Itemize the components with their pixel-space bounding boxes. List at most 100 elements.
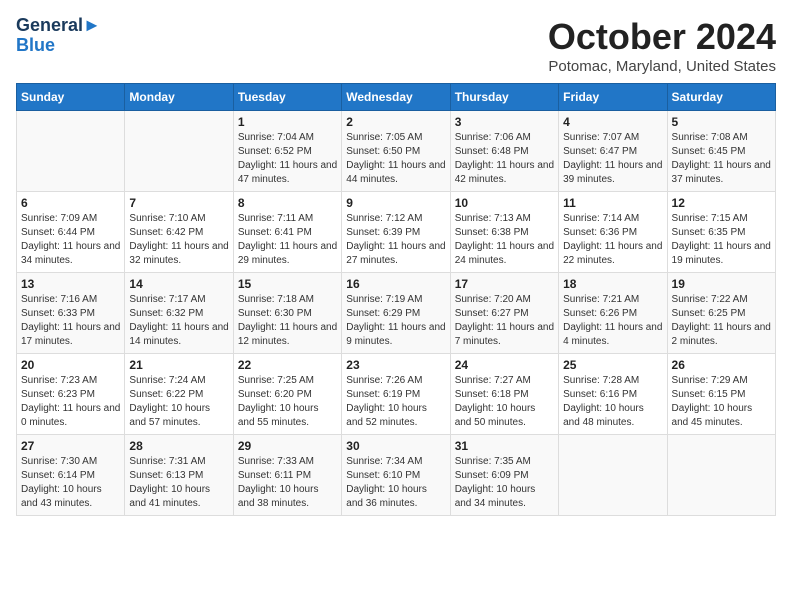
calendar-cell: 6 Sunrise: 7:09 AMSunset: 6:44 PMDaylight…	[17, 192, 125, 273]
cell-info: Sunrise: 7:20 AMSunset: 6:27 PMDaylight:…	[455, 293, 554, 349]
day-number: 20	[21, 358, 120, 372]
header-sunday: Sunday	[17, 84, 125, 111]
cell-info: Sunrise: 7:27 AMSunset: 6:18 PMDaylight:…	[455, 374, 554, 430]
calendar-cell: 3 Sunrise: 7:06 AMSunset: 6:48 PMDaylight…	[450, 111, 558, 192]
day-number: 14	[129, 277, 228, 291]
header-thursday: Thursday	[450, 84, 558, 111]
calendar-week-3: 13Sunrise: 7:16 AMSunset: 6:33 PMDayligh…	[17, 273, 776, 354]
cell-info: Sunrise: 7:25 AMSunset: 6:20 PMDaylight:…	[238, 374, 337, 430]
calendar-cell: 8Sunrise: 7:11 AMSunset: 6:41 PMDaylight…	[233, 192, 341, 273]
header-monday: Monday	[125, 84, 233, 111]
calendar-cell: 15 Sunrise: 7:18 AMSunset: 6:30 PMDayligh…	[233, 273, 341, 354]
calendar-cell: 14 Sunrise: 7:17 AMSunset: 6:32 PMDayligh…	[125, 273, 233, 354]
day-number: 27	[21, 439, 120, 453]
day-number: 3	[455, 115, 554, 129]
calendar-cell: 7Sunrise: 7:10 AMSunset: 6:42 PMDaylight…	[125, 192, 233, 273]
cell-info: Sunrise: 7:15 AMSunset: 6:35 PMDaylight:…	[672, 212, 771, 268]
cell-info: Sunrise: 7:06 AMSunset: 6:48 PMDaylight:…	[455, 131, 554, 187]
calendar-week-4: 20Sunrise: 7:23 AMSunset: 6:23 PMDayligh…	[17, 354, 776, 435]
cell-info: Sunrise: 7:34 AMSunset: 6:10 PMDaylight:…	[346, 455, 445, 511]
cell-info: Sunrise: 7:10 AMSunset: 6:42 PMDaylight:…	[129, 212, 228, 268]
day-number: 1	[238, 115, 337, 129]
cell-info: Sunrise: 7:14 AMSunset: 6:36 PMDaylight:…	[563, 212, 662, 268]
calendar-cell: 10 Sunrise: 7:13 AMSunset: 6:38 PMDayligh…	[450, 192, 558, 273]
cell-info: Sunrise: 7:30 AMSunset: 6:14 PMDaylight:…	[21, 455, 120, 511]
cell-info: Sunrise: 7:26 AMSunset: 6:19 PMDaylight:…	[346, 374, 445, 430]
calendar-cell: 18 Sunrise: 7:21 AMSunset: 6:26 PMDayligh…	[559, 273, 667, 354]
cell-info: Sunrise: 7:17 AMSunset: 6:32 PMDaylight:…	[129, 293, 228, 349]
calendar-cell: 31 Sunrise: 7:35 AMSunset: 6:09 PMDayligh…	[450, 435, 558, 516]
day-number: 9	[346, 196, 445, 210]
day-number: 17	[455, 277, 554, 291]
calendar-table: SundayMondayTuesdayWednesdayThursdayFrid…	[16, 83, 776, 516]
cell-info: Sunrise: 7:08 AMSunset: 6:45 PMDaylight:…	[672, 131, 771, 187]
day-number: 28	[129, 439, 228, 453]
calendar-cell: 29 Sunrise: 7:33 AMSunset: 6:11 PMDayligh…	[233, 435, 341, 516]
day-number: 29	[238, 439, 337, 453]
day-number: 15	[238, 277, 337, 291]
cell-info: Sunrise: 7:07 AMSunset: 6:47 PMDaylight:…	[563, 131, 662, 187]
cell-info: Sunrise: 7:21 AMSunset: 6:26 PMDaylight:…	[563, 293, 662, 349]
cell-info: Sunrise: 7:22 AMSunset: 6:25 PMDaylight:…	[672, 293, 771, 349]
calendar-week-1: 1 Sunrise: 7:04 AMSunset: 6:52 PMDaylight…	[17, 111, 776, 192]
cell-info: Sunrise: 7:28 AMSunset: 6:16 PMDaylight:…	[563, 374, 662, 430]
calendar-cell: 27 Sunrise: 7:30 AMSunset: 6:14 PMDayligh…	[17, 435, 125, 516]
calendar-cell: 9Sunrise: 7:12 AMSunset: 6:39 PMDaylight…	[342, 192, 450, 273]
calendar-cell: 22Sunrise: 7:25 AMSunset: 6:20 PMDayligh…	[233, 354, 341, 435]
cell-info: Sunrise: 7:13 AMSunset: 6:38 PMDaylight:…	[455, 212, 554, 268]
day-number: 23	[346, 358, 445, 372]
calendar-cell: 30 Sunrise: 7:34 AMSunset: 6:10 PMDayligh…	[342, 435, 450, 516]
day-number: 26	[672, 358, 771, 372]
day-number: 6	[21, 196, 120, 210]
calendar-cell	[125, 111, 233, 192]
calendar-week-5: 27 Sunrise: 7:30 AMSunset: 6:14 PMDayligh…	[17, 435, 776, 516]
calendar-cell: 16Sunrise: 7:19 AMSunset: 6:29 PMDayligh…	[342, 273, 450, 354]
day-number: 24	[455, 358, 554, 372]
day-number: 4	[563, 115, 662, 129]
cell-info: Sunrise: 7:24 AMSunset: 6:22 PMDaylight:…	[129, 374, 228, 430]
calendar-header-row: SundayMondayTuesdayWednesdayThursdayFrid…	[17, 84, 776, 111]
cell-info: Sunrise: 7:29 AMSunset: 6:15 PMDaylight:…	[672, 374, 771, 430]
header-tuesday: Tuesday	[233, 84, 341, 111]
day-number: 11	[563, 196, 662, 210]
cell-info: Sunrise: 7:33 AMSunset: 6:11 PMDaylight:…	[238, 455, 337, 511]
day-number: 8	[238, 196, 337, 210]
cell-info: Sunrise: 7:16 AMSunset: 6:33 PMDaylight:…	[21, 293, 120, 349]
cell-info: Sunrise: 7:05 AMSunset: 6:50 PMDaylight:…	[346, 131, 445, 187]
calendar-week-2: 6 Sunrise: 7:09 AMSunset: 6:44 PMDaylight…	[17, 192, 776, 273]
cell-info: Sunrise: 7:04 AMSunset: 6:52 PMDaylight:…	[238, 131, 337, 187]
day-number: 12	[672, 196, 771, 210]
header-saturday: Saturday	[667, 84, 775, 111]
calendar-cell	[559, 435, 667, 516]
calendar-cell	[17, 111, 125, 192]
cell-info: Sunrise: 7:19 AMSunset: 6:29 PMDaylight:…	[346, 293, 445, 349]
cell-info: Sunrise: 7:18 AMSunset: 6:30 PMDaylight:…	[238, 293, 337, 349]
location: Potomac, Maryland, United States	[548, 58, 776, 75]
day-number: 25	[563, 358, 662, 372]
cell-info: Sunrise: 7:35 AMSunset: 6:09 PMDaylight:…	[455, 455, 554, 511]
calendar-cell: 11 Sunrise: 7:14 AMSunset: 6:36 PMDayligh…	[559, 192, 667, 273]
day-number: 31	[455, 439, 554, 453]
calendar-cell: 13Sunrise: 7:16 AMSunset: 6:33 PMDayligh…	[17, 273, 125, 354]
cell-info: Sunrise: 7:09 AMSunset: 6:44 PMDaylight:…	[21, 212, 120, 268]
day-number: 18	[563, 277, 662, 291]
day-number: 30	[346, 439, 445, 453]
logo-text-line2: Blue	[16, 36, 101, 56]
title-area: October 2024 Potomac, Maryland, United S…	[548, 16, 776, 75]
logo: General► Blue	[16, 16, 101, 56]
calendar-cell: 26 Sunrise: 7:29 AMSunset: 6:15 PMDayligh…	[667, 354, 775, 435]
header-friday: Friday	[559, 84, 667, 111]
cell-info: Sunrise: 7:31 AMSunset: 6:13 PMDaylight:…	[129, 455, 228, 511]
month-title: October 2024	[548, 16, 776, 58]
calendar-cell: 24 Sunrise: 7:27 AMSunset: 6:18 PMDayligh…	[450, 354, 558, 435]
calendar-cell	[667, 435, 775, 516]
day-number: 2	[346, 115, 445, 129]
day-number: 10	[455, 196, 554, 210]
logo-text-line1: General►	[16, 16, 101, 36]
calendar-cell: 1 Sunrise: 7:04 AMSunset: 6:52 PMDaylight…	[233, 111, 341, 192]
day-number: 21	[129, 358, 228, 372]
calendar-cell: 25 Sunrise: 7:28 AMSunset: 6:16 PMDayligh…	[559, 354, 667, 435]
page-header: General► Blue October 2024 Potomac, Mary…	[16, 16, 776, 75]
calendar-cell: 21 Sunrise: 7:24 AMSunset: 6:22 PMDayligh…	[125, 354, 233, 435]
calendar-cell: 5Sunrise: 7:08 AMSunset: 6:45 PMDaylight…	[667, 111, 775, 192]
